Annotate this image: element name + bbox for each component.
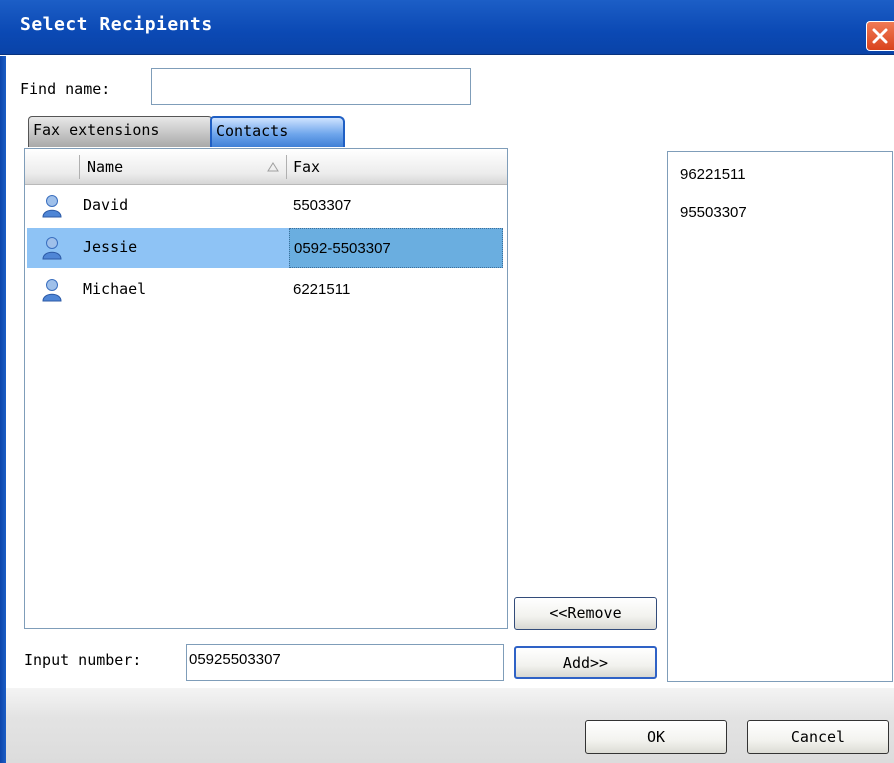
find-name-label: Find name: xyxy=(20,80,111,98)
contact-row-david[interactable]: David 5503307 xyxy=(27,186,503,226)
column-header-name[interactable]: Name xyxy=(87,149,123,185)
recipient-item[interactable]: 95503307 xyxy=(680,204,747,221)
input-number-label: Input number: xyxy=(24,651,142,669)
remove-button[interactable]: <<Remove xyxy=(514,597,657,630)
column-header-fax[interactable]: Fax xyxy=(293,149,320,185)
header-separator xyxy=(79,155,80,179)
window-title: Select Recipients xyxy=(20,14,213,35)
window-border xyxy=(0,56,6,763)
input-number-field[interactable]: 05925503307 xyxy=(186,644,504,681)
contact-name: David xyxy=(83,196,129,214)
recipient-item[interactable]: 96221511 xyxy=(680,166,746,183)
tab-contacts[interactable]: Contacts xyxy=(210,116,345,147)
contact-fax: 0592-5503307 xyxy=(289,228,503,268)
contact-name: Jessie xyxy=(83,238,138,256)
list-header: Name Fax xyxy=(25,149,507,185)
contact-row-michael[interactable]: Michael 6221511 xyxy=(27,270,503,310)
contact-row-jessie[interactable]: Jessie 0592-5503307 xyxy=(27,228,503,268)
recipients-list[interactable]: 96221511 95503307 xyxy=(667,151,893,682)
add-button[interactable]: Add>> xyxy=(514,646,657,679)
contact-fax: 5503307 xyxy=(293,197,352,214)
header-separator[interactable] xyxy=(286,155,287,179)
sort-ascending-icon xyxy=(267,162,279,172)
close-button[interactable] xyxy=(866,21,894,51)
user-icon xyxy=(42,279,62,302)
tab-fax-extensions[interactable]: Fax extensions xyxy=(28,116,214,147)
contact-fax: 6221511 xyxy=(293,281,351,298)
cancel-button[interactable]: Cancel xyxy=(747,720,889,754)
user-icon xyxy=(42,195,62,218)
find-name-input[interactable] xyxy=(151,68,471,105)
close-icon xyxy=(872,28,888,44)
contact-name: Michael xyxy=(83,280,147,298)
ok-button[interactable]: OK xyxy=(585,720,727,754)
contacts-list[interactable]: Name Fax David 5503307 Jessie 0592-55033… xyxy=(24,148,508,629)
user-icon xyxy=(42,237,62,260)
title-bar: Select Recipients xyxy=(0,0,894,55)
